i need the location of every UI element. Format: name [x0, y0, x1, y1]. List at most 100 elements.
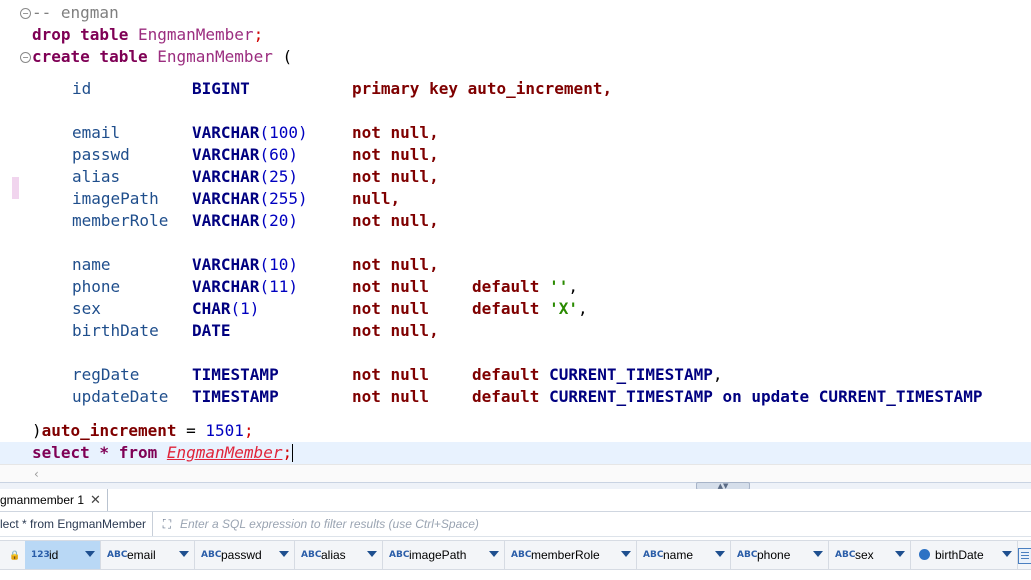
comment-line: -- engman — [32, 3, 119, 22]
col-type: VARCHAR — [192, 167, 260, 186]
column-name: id — [49, 548, 59, 562]
column-name: alias — [321, 548, 346, 562]
col-args: (60) — [259, 145, 298, 164]
sql-editor[interactable]: − − -- engman drop table EngmanMember; c… — [0, 0, 1031, 464]
col-default-value: CURRENT_TIMESTAMP on update CURRENT_TIME… — [549, 387, 983, 406]
col-type-wrap: VARCHAR(25) — [192, 166, 298, 188]
fold-create-icon[interactable]: − — [20, 52, 31, 63]
col-name: email — [72, 123, 121, 142]
column-name: memberRole — [531, 548, 600, 562]
col-args: (100) — [259, 123, 308, 142]
col-name: phone — [72, 277, 121, 296]
chevron-down-icon[interactable] — [621, 551, 631, 557]
column-type-icon: ABC — [389, 550, 410, 560]
column-name: name — [663, 548, 694, 562]
col-name: name — [72, 255, 111, 274]
col-type: TIMESTAMP — [192, 387, 279, 406]
text-caret — [292, 444, 293, 462]
col-default-value: '' — [549, 277, 569, 296]
col-constraint: not null, — [352, 167, 439, 186]
chevron-down-icon[interactable] — [895, 551, 905, 557]
col-default-keyword: default — [472, 365, 540, 384]
column-type-icon: ABC — [737, 550, 758, 560]
chevron-down-icon[interactable] — [813, 551, 823, 557]
column-header-memberRole[interactable]: ABC memberRole — [505, 541, 637, 569]
column-header-sex[interactable]: ABC sex — [829, 541, 911, 569]
col-default-wrap: default CURRENT_TIMESTAMP, — [472, 364, 722, 386]
col-type-wrap: VARCHAR(11) — [192, 276, 298, 298]
chevron-down-icon[interactable] — [1002, 551, 1012, 557]
col-args: (11) — [259, 277, 298, 296]
filter-expand-icon[interactable]: ⛶ — [160, 517, 174, 531]
col-constraint: not null, — [352, 321, 439, 340]
col-type-wrap: TIMESTAMP — [192, 364, 279, 386]
tab-results[interactable]: gmanmember 1 ✕ — [0, 489, 108, 511]
chevron-down-icon[interactable] — [179, 551, 189, 557]
close-icon[interactable]: ✕ — [90, 492, 101, 507]
col-type: CHAR — [192, 299, 231, 318]
chevron-down-icon[interactable] — [367, 551, 377, 557]
col-name: imagePath — [72, 189, 159, 208]
column-header-phone[interactable]: ABC phone — [731, 541, 829, 569]
change-marker — [12, 177, 19, 199]
column-name: birthDate — [935, 548, 984, 562]
scroll-left-icon[interactable]: ‹ — [34, 465, 39, 483]
column-name: phone — [757, 548, 791, 562]
col-constraint: not null — [352, 277, 430, 296]
col-type-wrap: VARCHAR(100) — [192, 122, 308, 144]
col-args: (1) — [230, 299, 260, 318]
col-default-value: CURRENT_TIMESTAMP — [549, 365, 713, 384]
col-type: DATE — [192, 321, 231, 340]
column-header-birthDate[interactable]: birthDate — [911, 541, 1018, 569]
column-header-name[interactable]: ABC name — [637, 541, 731, 569]
grid-header: 🔒 123 id ABC email ABC passwd ABC alias ABC image… — [0, 540, 1031, 570]
filter-bar: lect * from EngmanMember ⛶ — [0, 512, 1031, 537]
chevron-down-icon[interactable] — [489, 551, 499, 557]
column-type-icon: ABC — [301, 550, 322, 560]
column-name: imagePath — [409, 548, 467, 562]
col-name: id — [72, 79, 92, 98]
col-default-keyword: default — [472, 299, 540, 318]
column-header-email[interactable]: ABC email — [101, 541, 195, 569]
col-default-wrap: default 'X', — [472, 298, 588, 320]
chevron-down-icon[interactable] — [715, 551, 725, 557]
col-constraint: not null, — [352, 123, 439, 142]
column-name: passwd — [221, 548, 262, 562]
filter-input[interactable] — [180, 512, 1025, 536]
column-name: email — [127, 548, 156, 562]
col-type-wrap: VARCHAR(255) — [192, 188, 308, 210]
column-name: sex — [855, 548, 874, 562]
closing-line: )auto_increment = 1501; — [32, 421, 254, 440]
chevron-down-icon[interactable] — [85, 551, 95, 557]
col-name: alias — [72, 167, 121, 186]
col-type: VARCHAR — [192, 145, 260, 164]
col-type-wrap: CHAR(1) — [192, 298, 259, 320]
col-type-wrap: BIGINT — [192, 78, 250, 100]
column-header-passwd[interactable]: ABC passwd — [195, 541, 295, 569]
col-args: (255) — [259, 189, 308, 208]
col-type-wrap: VARCHAR(20) — [192, 210, 298, 232]
column-header-id[interactable]: 123 id — [25, 541, 101, 569]
col-type-wrap: VARCHAR(60) — [192, 144, 298, 166]
col-constraint: not null, — [352, 211, 439, 230]
column-header-alias[interactable]: ABC alias — [295, 541, 383, 569]
column-header-imagePath[interactable]: ABC imagePath — [383, 541, 505, 569]
col-type: TIMESTAMP — [192, 365, 279, 384]
panel-menu-icon[interactable] — [1018, 548, 1031, 564]
chevron-down-icon[interactable] — [279, 551, 289, 557]
horizontal-scrollbar[interactable]: ‹ — [0, 464, 1031, 483]
col-type: VARCHAR — [192, 255, 260, 274]
col-type-wrap: DATE — [192, 320, 231, 342]
col-type: VARCHAR — [192, 189, 260, 208]
col-default-keyword: default — [472, 277, 540, 296]
col-constraint: not null — [352, 387, 430, 406]
lock-icon: 🔒 — [9, 551, 21, 561]
fold-comment-icon[interactable]: − — [20, 8, 31, 19]
col-constraint: not null — [352, 365, 430, 384]
col-name: regDate — [72, 365, 140, 384]
col-name: passwd — [72, 145, 130, 164]
col-default-rest: , — [577, 299, 588, 318]
col-name: sex — [72, 299, 101, 318]
col-default-value: 'X' — [549, 299, 578, 318]
drop-statement: drop table EngmanMember; — [32, 25, 264, 44]
